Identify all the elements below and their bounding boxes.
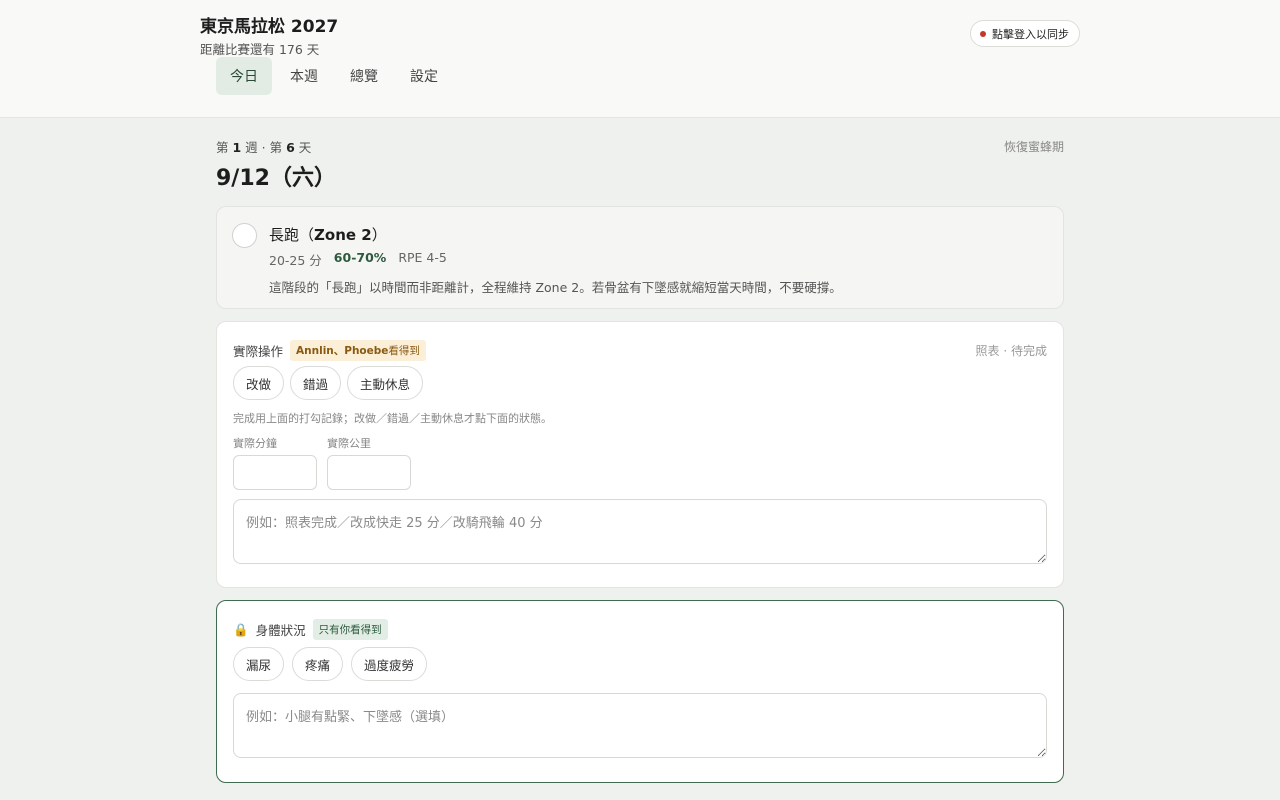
- main-tabs: 今日 本週 總覽 設定: [216, 57, 452, 95]
- actual-section-header: 實際操作 Annlin、Phoebe看得到: [233, 340, 426, 361]
- pain-toggle[interactable]: 疼痛: [292, 647, 344, 681]
- option-missed-button[interactable]: 錯過: [290, 366, 342, 400]
- body-options: 漏尿 疼痛 過度疲勞: [233, 647, 428, 681]
- workout-title: 長跑（Zone 2）: [269, 226, 387, 244]
- minutes-input[interactable]: [233, 455, 317, 490]
- option-rest-button[interactable]: 主動休息: [347, 366, 424, 400]
- login-sync-button[interactable]: 點擊登入以同步: [970, 20, 1080, 47]
- tab-today[interactable]: 今日: [216, 57, 272, 95]
- status-options: 改做 錯過 主動休息: [233, 366, 424, 400]
- body-note-textarea[interactable]: [233, 693, 1047, 758]
- race-countdown: 距離比賽還有 176 天: [200, 42, 320, 57]
- private-badge: 只有你看得到: [312, 619, 388, 640]
- planned-workout-card: 長跑（Zone 2） 20-25 分 60-70% RPE 4-5 這階段的「長…: [216, 206, 1064, 309]
- sync-button-label: 點擊登入以同步: [992, 27, 1069, 41]
- status-text: 照表 · 待完成: [975, 344, 1047, 358]
- body-section-header: 🔒 身體狀況 只有你看得到: [233, 619, 388, 640]
- fatigue-toggle[interactable]: 過度疲勞: [351, 647, 428, 681]
- recover-phase-link[interactable]: 恢復蜜蜂期: [1004, 138, 1064, 155]
- actual-note-textarea[interactable]: [233, 499, 1047, 564]
- workout-description: 這階段的「長跑」以時間而非距離計，全程維持 Zone 2。若骨盆有下墜感就縮短當…: [269, 280, 842, 295]
- minutes-label: 實際分鐘: [233, 437, 277, 450]
- complete-checkbox[interactable]: [232, 223, 257, 248]
- body-section-label: 身體狀況: [255, 623, 306, 638]
- option-substitute-button[interactable]: 改做: [233, 366, 285, 400]
- status-hint: 完成用上面的打勾記錄；改做／錯過／主動休息才點下面的狀態。: [233, 412, 552, 425]
- page-title: 9/12（六）: [216, 166, 336, 191]
- actual-log-card: 實際操作 Annlin、Phoebe看得到 照表 · 待完成 改做 錯過 主動休…: [216, 321, 1064, 588]
- app-header: 東京馬拉松 2027 距離比賽還有 176 天 點擊登入以同步 今日 本週 總覽…: [0, 0, 1280, 118]
- km-input[interactable]: [327, 455, 411, 490]
- app-title: 東京馬拉松 2027: [200, 17, 339, 37]
- sync-status-dot-icon: [980, 30, 986, 37]
- week-day-indicator: 第 1 週 · 第 6 天: [216, 140, 312, 155]
- workout-meta: 20-25 分 60-70% RPE 4-5: [269, 250, 447, 269]
- visibility-badge: Annlin、Phoebe看得到: [290, 340, 426, 361]
- km-label: 實際公里: [327, 437, 371, 450]
- body-condition-card: 🔒 身體狀況 只有你看得到 漏尿 疼痛 過度疲勞: [216, 600, 1064, 783]
- workout-duration: 20-25 分: [269, 253, 322, 268]
- tab-overview[interactable]: 總覽: [336, 57, 392, 95]
- lock-icon: 🔒: [233, 621, 249, 637]
- actual-section-label: 實際操作: [233, 344, 284, 359]
- tab-week[interactable]: 本週: [276, 57, 332, 95]
- workout-intensity: 60-70%: [333, 250, 387, 265]
- tab-settings[interactable]: 設定: [396, 57, 452, 95]
- leakage-toggle[interactable]: 漏尿: [233, 647, 285, 681]
- workout-rpe: RPE 4-5: [398, 250, 447, 265]
